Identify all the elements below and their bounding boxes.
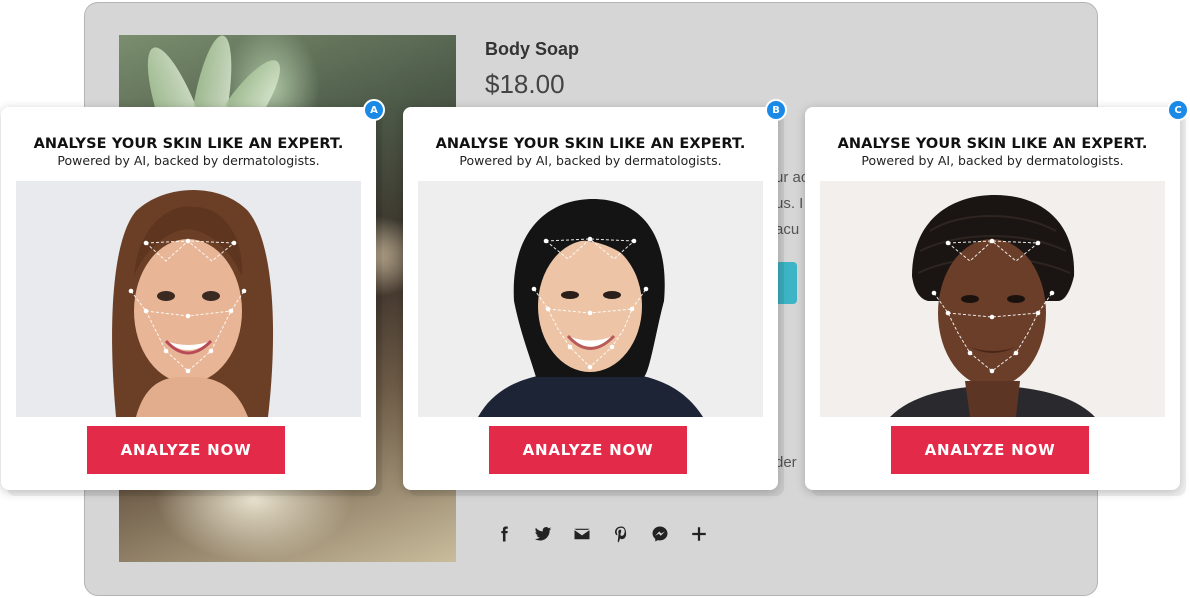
analyze-now-button[interactable]: ANALYZE NOW <box>891 426 1089 474</box>
messenger-icon[interactable] <box>651 525 669 543</box>
skin-analysis-card-b: ANALYSE YOUR SKIN LIKE AN EXPERT. Powere… <box>403 99 787 490</box>
description-fragment: ur ac <box>775 169 809 186</box>
card-heading: ANALYSE YOUR SKIN LIKE AN EXPERT. <box>837 136 1148 152</box>
face-scan-illustration <box>16 181 361 417</box>
face-scan-photo <box>820 181 1165 417</box>
twitter-icon[interactable] <box>534 525 552 543</box>
email-icon[interactable] <box>573 525 591 543</box>
analyze-now-button[interactable]: ANALYZE NOW <box>87 426 285 474</box>
variant-badge: A <box>363 99 385 121</box>
product-price: $18.00 <box>485 69 565 99</box>
pinterest-icon[interactable] <box>612 525 630 543</box>
analyze-now-button[interactable]: ANALYZE NOW <box>489 426 687 474</box>
description-fragment: acu <box>775 221 800 238</box>
plus-icon[interactable] <box>690 525 708 543</box>
share-row <box>495 525 708 543</box>
description-fragment: us. I <box>775 195 804 212</box>
face-scan-photo <box>418 181 763 417</box>
variant-badge: C <box>1167 99 1189 121</box>
facebook-icon[interactable] <box>495 525 513 543</box>
face-scan-illustration <box>418 181 763 417</box>
skin-analysis-card-a: ANALYSE YOUR SKIN LIKE AN EXPERT. Powere… <box>1 99 385 490</box>
face-scan-photo <box>16 181 361 417</box>
variant-badge: B <box>765 99 787 121</box>
card-subheading: Powered by AI, backed by dermatologists. <box>459 153 722 168</box>
card-subheading: Powered by AI, backed by dermatologists. <box>861 153 1124 168</box>
skin-analysis-card-c: ANALYSE YOUR SKIN LIKE AN EXPERT. Powere… <box>805 99 1189 490</box>
product-title: Body Soap <box>485 39 580 59</box>
card-heading: ANALYSE YOUR SKIN LIKE AN EXPERT. <box>33 136 344 152</box>
add-to-cart-button[interactable] <box>775 262 797 304</box>
face-scan-illustration <box>820 181 1165 417</box>
card-heading: ANALYSE YOUR SKIN LIKE AN EXPERT. <box>435 136 746 152</box>
card-subheading: Powered by AI, backed by dermatologists. <box>57 153 320 168</box>
order-text-fragment: der <box>775 454 797 471</box>
